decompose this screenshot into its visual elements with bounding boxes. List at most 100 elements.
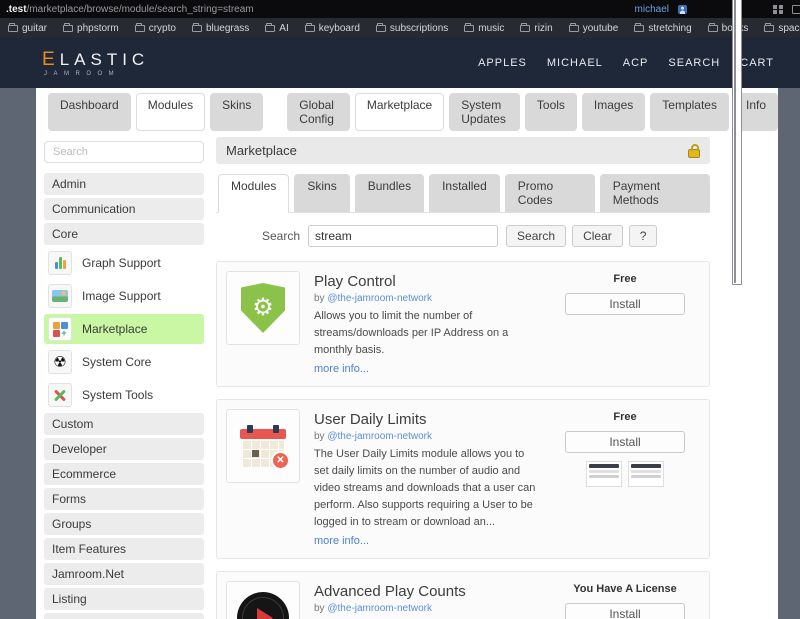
tab-modules[interactable]: Modules: [136, 93, 205, 131]
tab-tools[interactable]: Tools: [525, 93, 577, 131]
bookmark-item[interactable]: stretching: [634, 23, 691, 34]
reader-panel-icon[interactable]: [732, 0, 742, 285]
bookmark-item[interactable]: AI: [265, 23, 288, 34]
calendar-icon: ✕: [240, 425, 286, 467]
sidebar-section-custom[interactable]: Custom: [44, 413, 204, 435]
bookmark-item[interactable]: keyboard: [305, 23, 360, 34]
screenshot-thumbnail[interactable]: [628, 461, 664, 487]
subtab-skins[interactable]: Skins: [294, 174, 349, 212]
tab-marketplace[interactable]: Marketplace: [355, 93, 444, 131]
bar-chart-icon: [55, 257, 66, 269]
subtab-payment-methods[interactable]: Payment Methods: [600, 174, 710, 212]
logo-accent-letter: E: [42, 49, 60, 70]
bookmark-item[interactable]: books: [708, 23, 749, 34]
crossed-tools-icon: [52, 387, 68, 403]
module-card: Advanced Play Counts by @the-jamroom-netw…: [216, 571, 710, 619]
search-button[interactable]: Search: [506, 225, 566, 247]
sidebar-search-input[interactable]: [44, 141, 204, 163]
sidebar-section-forms[interactable]: Forms: [44, 488, 204, 510]
module-card-info: Play Controlby @the-jamroom-networkAllow…: [314, 271, 536, 377]
sidebar-item-system-tools[interactable]: System Tools: [44, 380, 204, 410]
screenshot-thumbnail[interactable]: [586, 461, 622, 487]
marketplace-search-input[interactable]: [308, 225, 498, 247]
bookmark-item[interactable]: guitar: [8, 23, 47, 34]
tab-skins[interactable]: Skins: [210, 93, 263, 131]
header-nav-item[interactable]: APPLES: [478, 57, 527, 69]
page-title: Marketplace: [226, 143, 297, 158]
clear-button[interactable]: Clear: [572, 225, 623, 247]
byline-prefix: by: [314, 603, 327, 614]
more-info-link[interactable]: more info...: [314, 535, 369, 547]
sidebar-section-profiles[interactable]: Profiles: [44, 613, 204, 619]
site-logo[interactable]: ELASTIC JAMROOM: [42, 50, 149, 77]
widgets-icon: +: [53, 322, 68, 337]
sidebar-item-system-core[interactable]: ☢System Core: [44, 347, 204, 377]
bookmark-label: phpstorm: [77, 23, 119, 34]
tab-dashboard[interactable]: Dashboard: [48, 93, 131, 131]
header-nav-item[interactable]: CART: [740, 57, 774, 69]
sidebar-section-developer[interactable]: Developer: [44, 438, 204, 460]
bookmark-item[interactable]: crypto: [135, 23, 176, 34]
bookmark-item[interactable]: youtube: [569, 23, 619, 34]
sidebar-section-groups[interactable]: Groups: [44, 513, 204, 535]
subtab-promo-codes[interactable]: Promo Codes: [505, 174, 595, 212]
install-button[interactable]: Install: [565, 603, 685, 619]
sidebar-section-core[interactable]: Core: [44, 223, 204, 245]
module-author-link[interactable]: @the-jamroom-network: [327, 603, 432, 614]
sidebar-item-label: System Tools: [82, 388, 153, 402]
install-button[interactable]: Install: [565, 293, 685, 315]
radiation-icon: ☢: [53, 355, 66, 370]
bookmark-item[interactable]: subscriptions: [376, 23, 448, 34]
bookmark-label: spaces: [778, 23, 800, 34]
sidebar-section-admin[interactable]: Admin: [44, 173, 204, 195]
bookmark-item[interactable]: spaces: [764, 23, 800, 34]
tab-overview-icon[interactable]: [792, 5, 800, 14]
install-button[interactable]: Install: [565, 431, 685, 453]
sidebar: Admin Communication Core Graph Support Image…: [44, 137, 204, 619]
page-body: DashboardModulesSkins Global ConfigMarke…: [0, 88, 800, 619]
subtab-installed[interactable]: Installed: [429, 174, 500, 212]
module-description: Allows you to limit the number of stream…: [314, 308, 536, 359]
sidebar-item-marketplace[interactable]: +Marketplace: [44, 314, 204, 344]
help-button[interactable]: ?: [629, 225, 658, 247]
sidebar-item-label: Graph Support: [82, 256, 161, 270]
module-author-link[interactable]: @the-jamroom-network: [327, 293, 432, 304]
subtab-modules[interactable]: Modules: [218, 174, 289, 213]
bookmark-label: rizin: [534, 23, 552, 34]
tab-system-updates[interactable]: System Updates: [449, 93, 520, 131]
folder-icon: [265, 25, 275, 32]
sidebar-section-ecommerce[interactable]: Ecommerce: [44, 463, 204, 485]
tab-templates[interactable]: Templates: [650, 93, 729, 131]
module-author-link[interactable]: @the-jamroom-network: [327, 431, 432, 442]
module-description: The User Daily Limits module allows you …: [314, 446, 536, 531]
bookmark-label: AI: [279, 23, 288, 34]
bookmark-item[interactable]: music: [464, 23, 504, 34]
bookmark-label: bluegrass: [206, 23, 249, 34]
tab-images[interactable]: Images: [582, 93, 645, 131]
bookmark-item[interactable]: rizin: [520, 23, 552, 34]
system-tools-icon: [48, 383, 72, 407]
header-nav-item[interactable]: ACP: [623, 57, 649, 69]
lock-icon[interactable]: [688, 149, 700, 158]
bookmark-item[interactable]: phpstorm: [63, 23, 119, 34]
price-label: You Have A License: [550, 583, 700, 595]
subtab-bundles[interactable]: Bundles: [355, 174, 424, 212]
sidebar-section-communication[interactable]: Communication: [44, 198, 204, 220]
sidebar-section-listing[interactable]: Listing: [44, 588, 204, 610]
sidebar-section-item-features[interactable]: Item Features: [44, 538, 204, 560]
top-tabs-row: DashboardModulesSkins Global ConfigMarke…: [44, 93, 778, 131]
top-tabs-left: DashboardModulesSkins: [48, 93, 263, 131]
header-nav-item[interactable]: SEARCH: [668, 57, 720, 69]
sidebar-item-image-support[interactable]: Image Support: [44, 281, 204, 311]
browser-profile-name[interactable]: michael: [635, 4, 669, 15]
more-info-link[interactable]: more info...: [314, 363, 369, 375]
bookmark-item[interactable]: bluegrass: [192, 23, 249, 34]
header-nav-item[interactable]: MICHAEL: [547, 57, 603, 69]
profile-badge-icon[interactable]: [678, 5, 687, 14]
bookmark-label: crypto: [149, 23, 176, 34]
tab-global-config[interactable]: Global Config: [287, 93, 350, 131]
module-title: Advanced Play Counts: [314, 583, 536, 600]
sidebar-section-jamroom-net[interactable]: Jamroom.Net: [44, 563, 204, 585]
sidebar-item-graph-support[interactable]: Graph Support: [44, 248, 204, 278]
tab-grid-icon[interactable]: [773, 5, 783, 14]
